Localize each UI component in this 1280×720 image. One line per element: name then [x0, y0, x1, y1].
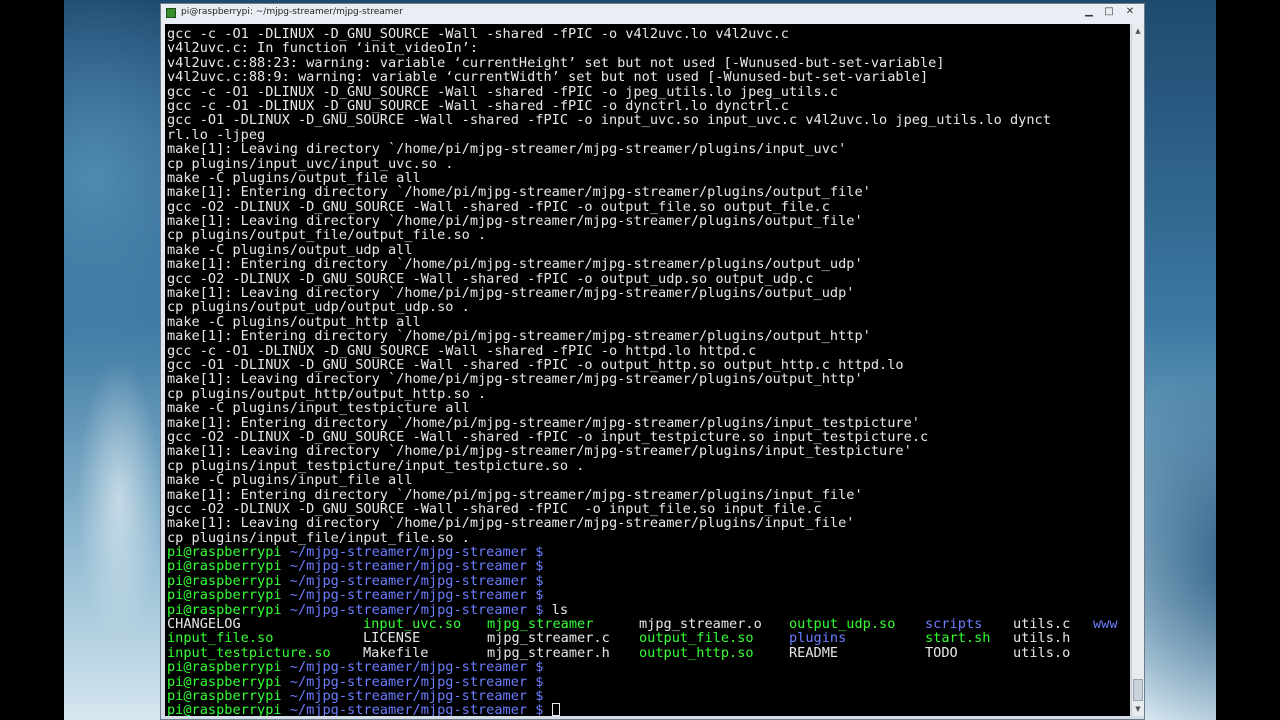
terminal-output-line: make[1]: Leaving directory `/home/pi/mjp… — [167, 141, 847, 158]
terminal-output-line: make -C plugins/output_http all — [167, 313, 421, 330]
terminal-output-line: gcc -O1 -DLINUX -D_GNU_SOURCE -Wall -sha… — [167, 356, 904, 373]
ls-output-row: input_file.so LICENSE mjpg_streamer.c outpu… — [167, 630, 1070, 647]
terminal-output-line: gcc -O1 -DLINUX -D_GNU_SOURCE -Wall -sha… — [167, 112, 1051, 129]
ls-entry: input_file.so — [167, 630, 274, 647]
vertical-scrollbar[interactable]: ▲ ▼ — [1131, 24, 1144, 716]
ls-entry: input_uvc.so — [363, 616, 462, 633]
terminal-output-line: make[1]: Leaving directory `/home/pi/mjp… — [167, 213, 863, 230]
terminal-output-line: make -C plugins/input_file all — [167, 472, 413, 489]
ls-entry: CHANGELOG — [167, 616, 241, 633]
ls-entry: mjpg_streamer.c — [487, 630, 610, 647]
ls-entry: output_http.so — [639, 644, 754, 661]
ls-entry: plugins — [789, 630, 847, 647]
close-button[interactable]: ✕ — [1120, 5, 1140, 19]
prompt-line: pi@raspberrypi ~/mjpg-streamer/mjpg-stre… — [167, 559, 1051, 573]
scroll-down-arrow-icon[interactable]: ▼ — [1132, 702, 1144, 716]
ls-entry: mjpg_streamer.h — [487, 644, 610, 661]
ls-entry: scripts — [925, 616, 983, 633]
ls-entry: output_file.so — [639, 630, 754, 647]
scrollbar-thumb[interactable] — [1133, 679, 1143, 701]
ls-entry: utils.c — [1013, 616, 1071, 633]
prompt-line: pi@raspberrypi ~/mjpg-streamer/mjpg-stre… — [167, 588, 1051, 602]
terminal-output-line: gcc -O2 -DLINUX -D_GNU_SOURCE -Wall -sha… — [167, 270, 814, 287]
terminal-output-line: make[1]: Entering directory `/home/pi/mj… — [167, 256, 863, 273]
terminal-output-line: make[1]: Entering directory `/home/pi/mj… — [167, 414, 920, 431]
terminal-output-line: make[1]: Entering directory `/home/pi/mj… — [167, 486, 863, 503]
terminal-output-line: gcc -O2 -DLINUX -D_GNU_SOURCE -Wall -sha… — [167, 428, 929, 445]
window-titlebar[interactable]: pi@raspberrypi: ~/mjpg-streamer/mjpg-str… — [161, 4, 1144, 23]
terminal-output-line: make -C plugins/output_file all — [167, 169, 421, 186]
terminal-output-line: make -C plugins/input_testpicture all — [167, 400, 470, 417]
prompt-line: pi@raspberrypi ~/mjpg-streamer/mjpg-stre… — [167, 545, 1051, 559]
prompt-line: pi@raspberrypi ~/mjpg-streamer/mjpg-stre… — [167, 674, 1051, 689]
terminal-output-line: rl.lo -ljpeg — [167, 126, 266, 143]
terminal-output-line: cp plugins/output_file/output_file.so . — [167, 227, 487, 244]
ls-entry: start.sh — [925, 630, 991, 647]
terminal-output-line: make[1]: Entering directory `/home/pi/mj… — [167, 184, 871, 201]
terminal-window: pi@raspberrypi: ~/mjpg-streamer/mjpg-str… — [160, 3, 1145, 720]
terminal-output-line: make[1]: Leaving directory `/home/pi/mjp… — [167, 371, 863, 388]
terminal-output-line: gcc -c -O1 -DLINUX -D_GNU_SOURCE -Wall -… — [167, 342, 757, 359]
ls-entry: output_udp.so — [789, 616, 896, 633]
terminal-output-line: cp plugins/input_file/input_file.so . — [167, 529, 470, 546]
terminal-output-line: cp plugins/input_testpicture/input_testp… — [167, 457, 585, 474]
terminal-output-line: cp plugins/output_udp/output_udp.so . — [167, 299, 470, 316]
terminal-app-icon[interactable] — [166, 8, 176, 18]
ls-entry: mjpg_streamer.o — [639, 616, 762, 633]
ls-entry: README — [789, 644, 839, 661]
terminal-output-line: make[1]: Leaving directory `/home/pi/mjp… — [167, 515, 855, 532]
prompt-line: pi@raspberrypi ~/mjpg-streamer/mjpg-stre… — [167, 602, 1051, 617]
ls-entry: TODO — [925, 644, 958, 661]
maximize-button[interactable]: □ — [1100, 5, 1118, 19]
prompt-line: pi@raspberrypi ~/mjpg-streamer/mjpg-stre… — [167, 689, 1051, 703]
video-letterbox-right — [1216, 0, 1280, 720]
terminal-output-line: cp plugins/input_uvc/input_uvc.so . — [167, 155, 454, 172]
window-title: pi@raspberrypi: ~/mjpg-streamer/mjpg-str… — [181, 7, 403, 17]
prompt-line: pi@raspberrypi ~/mjpg-streamer/mjpg-stre… — [167, 660, 1051, 674]
ls-output-row: CHANGELOG input_uvc.so mjpg_streamer mjpg_s… — [167, 616, 1118, 633]
terminal-output-line: cp plugins/output_http/output_http.so . — [167, 385, 487, 402]
terminal-output-line: gcc -O2 -DLINUX -D_GNU_SOURCE -Wall -sha… — [167, 198, 830, 215]
terminal-output-line: v4l2uvc.c:88:23: warning: variable ‘curr… — [167, 54, 945, 71]
video-letterbox-left — [0, 0, 64, 720]
terminal-content[interactable]: gcc -c -O1 -DLINUX -D_GNU_SOURCE -Wall -… — [165, 24, 1130, 716]
minimize-button[interactable]: ▁ — [1080, 5, 1098, 19]
ls-entry: Makefile — [363, 644, 429, 661]
ls-entry: utils.h — [1013, 630, 1071, 647]
ls-entry: www — [1093, 616, 1118, 633]
terminal-output-line: make[1]: Entering directory `/home/pi/mj… — [167, 328, 871, 345]
terminal-output-line: gcc -O2 -DLINUX -D_GNU_SOURCE -Wall -sha… — [167, 500, 822, 517]
terminal-output-line: gcc -c -O1 -DLINUX -D_GNU_SOURCE -Wall -… — [167, 97, 789, 114]
terminal-output-line: make[1]: Leaving directory `/home/pi/mjp… — [167, 285, 855, 302]
terminal-output-line: v4l2uvc.c: In function ‘init_videoIn’: — [167, 40, 478, 57]
terminal-lines: gcc -c -O1 -DLINUX -D_GNU_SOURCE -Wall -… — [167, 26, 1118, 716]
ls-entry: LICENSE — [363, 630, 421, 647]
ls-entry: mjpg_streamer — [487, 616, 594, 633]
terminal-output-line: make -C plugins/output_udp all — [167, 241, 413, 258]
prompt-path: ~/mjpg-streamer/mjpg-streamer $ — [281, 702, 544, 716]
terminal-output-line: v4l2uvc.c:88:9: warning: variable ‘curre… — [167, 69, 929, 86]
terminal-output-line: gcc -c -O1 -DLINUX -D_GNU_SOURCE -Wall -… — [167, 83, 839, 100]
prompt-line: pi@raspberrypi ~/mjpg-streamer/mjpg-stre… — [167, 703, 1051, 716]
ls-entry: utils.o — [1013, 644, 1071, 661]
terminal-output-line: gcc -c -O1 -DLINUX -D_GNU_SOURCE -Wall -… — [167, 26, 789, 42]
terminal-output-line: make[1]: Leaving directory `/home/pi/mjp… — [167, 443, 912, 460]
ls-entry: input_testpicture.so — [167, 644, 331, 661]
scroll-up-arrow-icon[interactable]: ▲ — [1132, 24, 1144, 38]
text-cursor[interactable] — [551, 703, 560, 716]
prompt-line: pi@raspberrypi ~/mjpg-streamer/mjpg-stre… — [167, 574, 1051, 588]
prompt-user: pi@raspberrypi — [167, 702, 282, 716]
ls-output-row: input_testpicture.so Makefile mjpg_streame… — [167, 644, 1070, 661]
